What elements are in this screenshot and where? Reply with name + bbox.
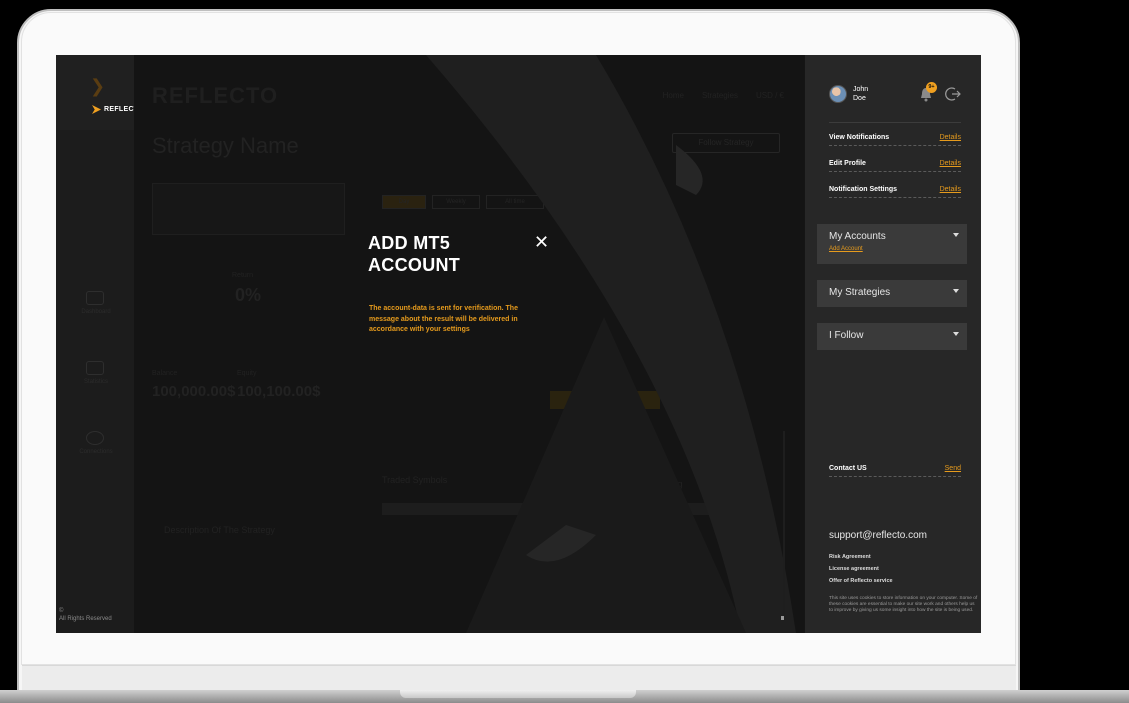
tab-day[interactable]: Day bbox=[382, 195, 426, 209]
strategy-info-card bbox=[152, 183, 345, 235]
top-nav-home[interactable]: Home bbox=[663, 91, 684, 100]
license-agreement-link[interactable]: License agreement bbox=[829, 566, 879, 572]
nav-label-connections: Connections bbox=[79, 449, 113, 455]
my-strategies-accordion[interactable]: My Strategies bbox=[817, 280, 967, 307]
app-screen: ❯ REFLECTO Dashboard Statistics Connecti… bbox=[56, 55, 981, 633]
tab-all-time[interactable]: All time bbox=[486, 195, 544, 209]
left-nav: ❯ REFLECTO Dashboard Statistics Connecti… bbox=[56, 55, 144, 633]
my-accounts-accordion[interactable]: My Accounts Add Account bbox=[817, 224, 967, 264]
app-title: REFLECTO bbox=[152, 83, 279, 108]
equity-value: 100,100.00$ bbox=[237, 383, 321, 400]
add-account-link[interactable]: Add Account bbox=[829, 246, 967, 252]
traded-symbols-bar bbox=[382, 503, 544, 515]
return-label: Return bbox=[232, 272, 254, 279]
balance-label: Balance bbox=[152, 370, 178, 377]
edit-profile-details-link[interactable]: Details bbox=[940, 160, 961, 167]
profitability-label: Profitability of Trading bbox=[596, 479, 683, 489]
chevron-down-icon bbox=[953, 233, 959, 237]
chevron-down-icon bbox=[953, 289, 959, 293]
brand-mark-icon bbox=[92, 105, 101, 114]
i-follow-accordion[interactable]: I Follow bbox=[817, 323, 967, 350]
laptop-chin bbox=[22, 665, 1016, 693]
contact-send-link[interactable]: Send bbox=[945, 465, 961, 472]
sidebar-divider bbox=[829, 122, 961, 123]
copyright-symbol: © bbox=[59, 608, 64, 614]
strategy-page-dimmed: REFLECTO Home Strategies USD / € Strateg… bbox=[134, 55, 804, 633]
edit-profile-row: Edit Profile Details bbox=[829, 160, 961, 172]
tab-weekly[interactable]: Weekly bbox=[432, 195, 480, 209]
logo-block: ❯ REFLECTO bbox=[56, 55, 144, 130]
user-first-name: John bbox=[853, 86, 869, 93]
verification-message: The account-data is sent for verificatio… bbox=[369, 305, 518, 333]
currency-select[interactable]: USD / € bbox=[756, 91, 784, 100]
connections-icon[interactable] bbox=[86, 431, 104, 445]
traded-symbols-label: Traded Symbols bbox=[382, 475, 448, 485]
notification-badge: 9+ bbox=[926, 82, 937, 93]
follow-strategy-button[interactable]: Follow Strategy bbox=[672, 133, 780, 153]
offer-link[interactable]: Offer of Reflecto service bbox=[829, 578, 893, 584]
close-icon[interactable]: ✕ bbox=[534, 233, 549, 251]
risk-agreement-link[interactable]: Risk Agreement bbox=[829, 554, 871, 560]
equity-label: Equity bbox=[237, 370, 257, 377]
profitability-bar-2 bbox=[675, 503, 761, 515]
scrollbar-thumb[interactable] bbox=[781, 616, 784, 620]
logout-icon[interactable] bbox=[945, 86, 961, 102]
description-label: Description Of The Strategy bbox=[164, 525, 275, 535]
edit-profile-label: Edit Profile bbox=[829, 160, 866, 167]
notification-settings-label: Notification Settings bbox=[829, 186, 898, 193]
i-follow-label: I Follow bbox=[829, 330, 864, 341]
user-last-name: Doe bbox=[853, 95, 866, 102]
chart-highlight bbox=[550, 391, 660, 409]
avatar[interactable] bbox=[829, 85, 847, 103]
notification-settings-row: Notification Settings Details bbox=[829, 186, 961, 198]
nav-label-statistics: Statistics bbox=[83, 379, 108, 385]
contact-row: Contact US Send bbox=[829, 465, 961, 477]
cookie-notice: This site uses cookies to store informat… bbox=[829, 596, 978, 613]
user-name: John Doe bbox=[853, 85, 868, 103]
balance-value: 100,000.00$ bbox=[152, 383, 236, 400]
contact-label: Contact US bbox=[829, 465, 867, 472]
laptop-notch bbox=[400, 690, 636, 698]
logo-mark-icon: ❯ bbox=[90, 76, 106, 96]
my-strategies-label: My Strategies bbox=[829, 287, 891, 298]
copyright-label: All Rights Reserved bbox=[59, 616, 112, 622]
scrollbar-track[interactable] bbox=[783, 431, 785, 621]
user-sidebar: John Doe 9+ View Notifications Details E… bbox=[805, 55, 981, 633]
nav-label-dashboard: Dashboard bbox=[81, 309, 111, 315]
chevron-down-icon bbox=[953, 332, 959, 336]
top-nav-strategies[interactable]: Strategies bbox=[702, 91, 738, 100]
my-accounts-label: My Accounts bbox=[829, 231, 886, 242]
strategy-title: Strategy Name bbox=[152, 133, 299, 158]
view-notifications-row: View Notifications Details bbox=[829, 134, 961, 146]
profitability-bar-1 bbox=[596, 503, 672, 515]
view-notifications-label: View Notifications bbox=[829, 134, 890, 141]
view-notifications-details-link[interactable]: Details bbox=[940, 134, 961, 141]
return-value: 0% bbox=[235, 285, 262, 305]
copyright-text: © All Rights Reserved bbox=[59, 607, 112, 623]
top-nav: Home Strategies USD / € bbox=[663, 91, 784, 100]
dashboard-icon[interactable] bbox=[86, 291, 104, 305]
modal-title: ADD MT5 ACCOUNT bbox=[368, 233, 461, 275]
support-email[interactable]: support@reflecto.com bbox=[829, 530, 927, 541]
notification-settings-details-link[interactable]: Details bbox=[940, 186, 961, 193]
statistics-icon[interactable] bbox=[86, 361, 104, 375]
